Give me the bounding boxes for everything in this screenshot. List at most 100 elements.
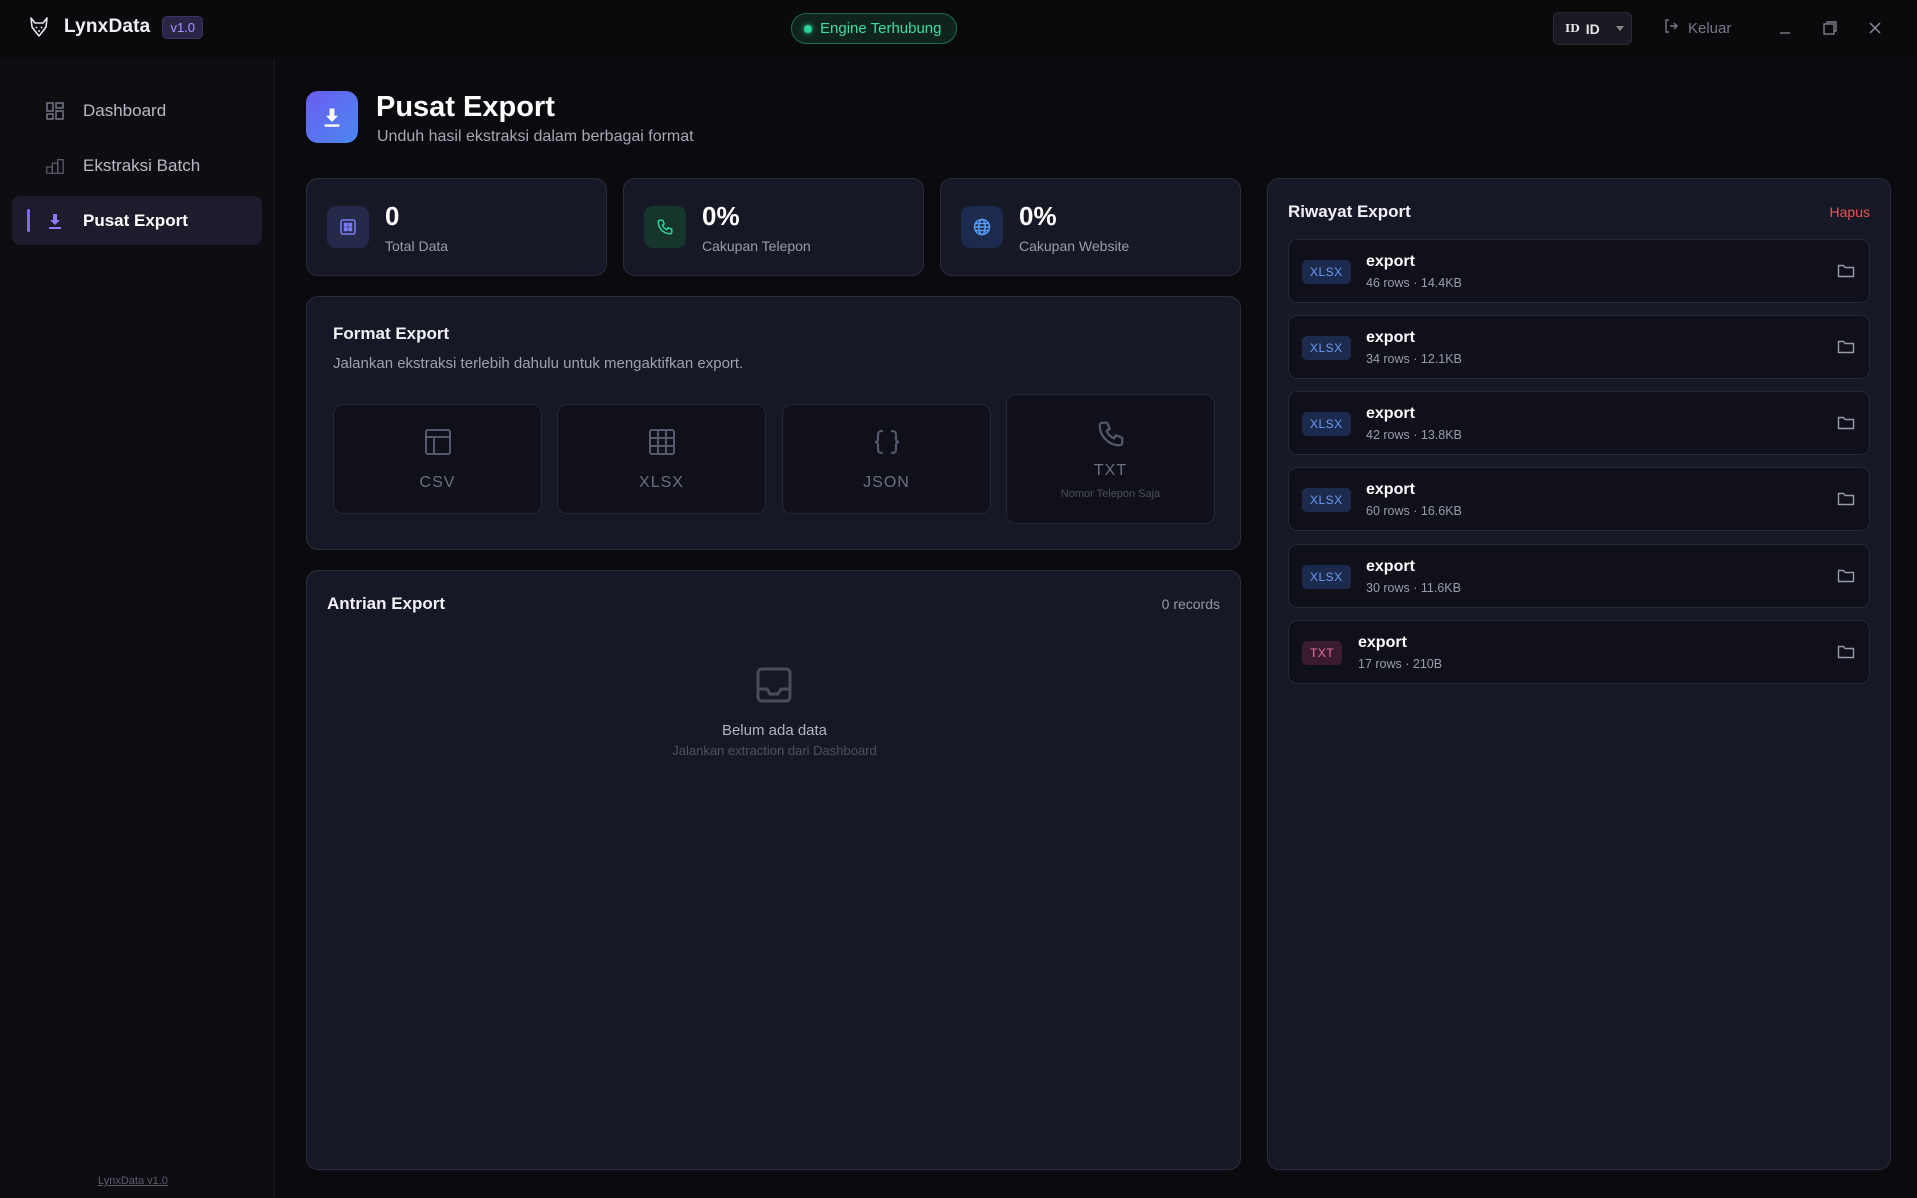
- format-label: TXT: [1093, 461, 1128, 479]
- history-item-name: export: [1358, 634, 1407, 651]
- language-select[interactable]: ID ID: [1553, 12, 1632, 45]
- format-badge: XLSX: [1302, 565, 1351, 589]
- history-item-name: export: [1366, 329, 1415, 346]
- format-label: XLSX: [639, 473, 684, 491]
- grid-icon: [647, 427, 677, 462]
- format-label: CSV: [419, 473, 456, 491]
- sidebar-item-export[interactable]: Pusat Export: [12, 196, 262, 245]
- format-badge: XLSX: [1302, 488, 1351, 512]
- folder-icon[interactable]: [1836, 337, 1856, 357]
- empty-state-title: Belum ada data: [721, 722, 828, 739]
- format-description: Jalankan ekstraksi terlebih dahulu untuk…: [333, 355, 744, 372]
- format-badge: XLSX: [1302, 260, 1351, 284]
- sidebar-item-label: Pusat Export: [83, 210, 188, 230]
- version-badge: v1.0: [162, 15, 204, 39]
- close-button[interactable]: [1863, 16, 1887, 40]
- folder-icon[interactable]: [1836, 261, 1856, 281]
- download-icon: [45, 211, 65, 231]
- status-dot-icon: [804, 24, 812, 33]
- sidebar-item-label: Ekstraksi Batch: [83, 155, 201, 175]
- history-item-meta: 46 rows · 14.4KB: [1366, 276, 1462, 290]
- stat-label: Cakupan Website: [1019, 238, 1130, 254]
- history-item[interactable]: XLSX export 46 rows · 14.4KB: [1288, 239, 1870, 303]
- stat-value: 0%: [1019, 201, 1057, 231]
- export-json-button[interactable]: JSON: [782, 404, 991, 514]
- folder-icon[interactable]: [1836, 413, 1856, 433]
- maximize-icon: [1823, 21, 1837, 35]
- history-item-name: export: [1366, 481, 1415, 498]
- queue-record-count: 0 records: [1161, 596, 1220, 612]
- logout-button[interactable]: Keluar: [1663, 18, 1731, 38]
- history-item-name: export: [1366, 253, 1415, 270]
- phone-icon: [644, 206, 686, 248]
- format-badge: XLSX: [1302, 412, 1351, 436]
- folder-icon[interactable]: [1836, 489, 1856, 509]
- section-title: Riwayat Export: [1288, 202, 1411, 221]
- lynx-logo-icon: [26, 14, 52, 40]
- batch-icon: [45, 156, 65, 176]
- page-subtitle: Unduh hasil ekstraksi dalam berbagai for…: [377, 128, 694, 145]
- section-title: Antrian Export: [327, 594, 446, 613]
- format-badge: TXT: [1302, 641, 1343, 665]
- export-history-card: Riwayat Export Hapus XLSX export 46 rows…: [1267, 178, 1891, 1170]
- export-csv-button[interactable]: CSV: [333, 404, 542, 514]
- history-item[interactable]: XLSX export 34 rows · 12.1KB: [1288, 315, 1870, 379]
- inbox-icon: [754, 665, 794, 710]
- table-icon: [423, 427, 453, 462]
- close-icon: [1869, 22, 1881, 34]
- language-code: ID: [1585, 20, 1600, 37]
- engine-status-text: Engine Terhubung: [820, 20, 942, 37]
- folder-icon[interactable]: [1836, 566, 1856, 586]
- history-item-meta: 42 rows · 13.8KB: [1366, 428, 1462, 442]
- history-item-name: export: [1366, 558, 1415, 575]
- phone-icon: [1096, 419, 1126, 454]
- stat-value: 0%: [702, 201, 740, 231]
- section-title: Format Export: [333, 324, 450, 343]
- export-queue-card: Antrian Export 0 records Belum ada data …: [306, 570, 1241, 1170]
- history-item[interactable]: TXT export 17 rows · 210B: [1288, 620, 1870, 684]
- format-export-card: Format Export Jalankan ekstraksi terlebi…: [306, 296, 1241, 550]
- flag-icon: ID: [1565, 22, 1580, 35]
- page-title: Pusat Export: [376, 91, 555, 123]
- empty-state-subtitle: Jalankan extraction dari Dashboard: [672, 743, 877, 758]
- database-icon: [327, 206, 369, 248]
- history-item-meta: 17 rows · 210B: [1358, 657, 1443, 671]
- history-item[interactable]: XLSX export 30 rows · 11.6KB: [1288, 544, 1870, 608]
- dashboard-icon: [45, 101, 65, 121]
- sidebar-item-batch[interactable]: Ekstraksi Batch: [12, 141, 262, 190]
- stat-label: Total Data: [385, 238, 449, 254]
- history-item-meta: 60 rows · 16.6KB: [1366, 504, 1462, 518]
- folder-icon[interactable]: [1836, 642, 1856, 662]
- format-sublabel: Nomor Telepon Saja: [1060, 487, 1161, 500]
- maximize-button[interactable]: [1818, 16, 1842, 40]
- sidebar-footer-version[interactable]: LynxData v1.0: [98, 1175, 168, 1187]
- format-label: JSON: [863, 473, 910, 491]
- stat-label: Cakupan Telepon: [702, 238, 811, 254]
- title-bar: LynxData v1.0 Engine Terhubung ID ID Kel…: [0, 0, 1917, 58]
- stat-card-phone-coverage: 0% Cakupan Telepon: [623, 178, 924, 276]
- history-item-meta: 30 rows · 11.6KB: [1366, 581, 1461, 595]
- minimize-button[interactable]: [1773, 16, 1797, 40]
- chevron-down-icon: [1615, 26, 1624, 31]
- history-item-name: export: [1366, 405, 1415, 422]
- sidebar: Dashboard Ekstraksi Batch Pusat Export L…: [0, 58, 275, 1198]
- format-badge: XLSX: [1302, 336, 1351, 360]
- history-item[interactable]: XLSX export 60 rows · 16.6KB: [1288, 467, 1870, 531]
- braces-icon: [871, 427, 903, 462]
- page-download-icon: [306, 91, 358, 143]
- logout-label: Keluar: [1688, 19, 1732, 37]
- export-txt-button[interactable]: TXT Nomor Telepon Saja: [1006, 394, 1215, 524]
- history-item[interactable]: XLSX export 42 rows · 13.8KB: [1288, 391, 1870, 455]
- sidebar-item-label: Dashboard: [83, 100, 167, 120]
- stat-card-total-data: 0 Total Data: [306, 178, 607, 276]
- logout-icon: [1663, 18, 1679, 38]
- brand: LynxData v1.0: [26, 14, 204, 40]
- minimize-icon: [1780, 32, 1790, 34]
- history-item-meta: 34 rows · 12.1KB: [1366, 352, 1462, 366]
- export-xlsx-button[interactable]: XLSX: [557, 404, 766, 514]
- engine-status-badge: Engine Terhubung: [791, 13, 957, 44]
- globe-icon: [961, 206, 1003, 248]
- clear-history-button[interactable]: Hapus: [1830, 204, 1870, 220]
- sidebar-item-dashboard[interactable]: Dashboard: [12, 86, 262, 135]
- stat-card-website-coverage: 0% Cakupan Website: [940, 178, 1241, 276]
